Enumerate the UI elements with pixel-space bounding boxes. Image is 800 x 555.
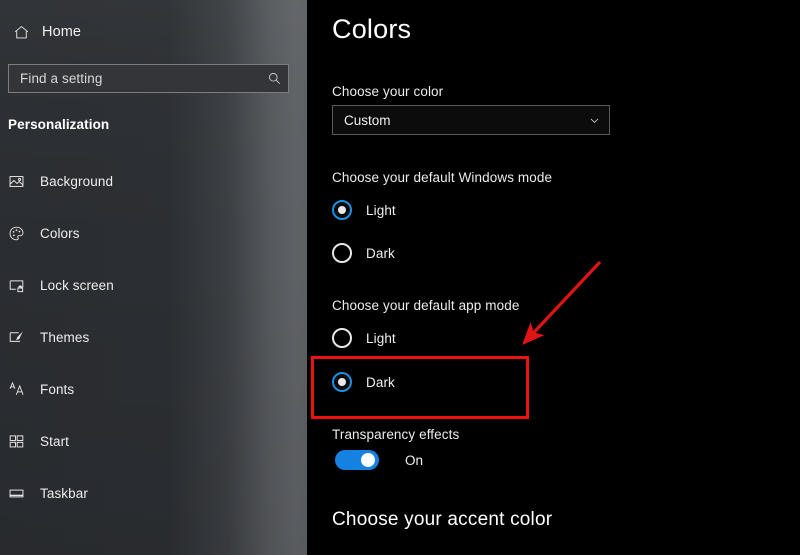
lock-screen-icon (8, 277, 36, 294)
radio-windows-dark[interactable] (332, 243, 352, 263)
sidebar-section-title: Personalization (8, 117, 110, 132)
choose-color-selected-value: Custom (344, 112, 391, 128)
app-mode-light-option[interactable]: Light (332, 327, 396, 349)
sidebar-item-label: Colors (40, 225, 80, 241)
main-content: Colors Choose your color Custom Choose y… (307, 0, 800, 555)
radio-app-light[interactable] (332, 328, 352, 348)
sidebar-item-background[interactable]: Background (0, 168, 307, 194)
start-tiles-icon (8, 433, 36, 450)
sidebar-item-label: Themes (40, 329, 90, 345)
page-title: Colors (332, 14, 412, 44)
radio-label: Dark (366, 374, 395, 390)
sidebar-item-label: Fonts (40, 381, 75, 397)
themes-brush-icon (8, 329, 36, 346)
chevron-down-icon[interactable] (579, 114, 609, 127)
image-icon (8, 173, 36, 190)
sidebar-item-colors[interactable]: Colors (0, 220, 307, 246)
app-mode-label: Choose your default app mode (332, 298, 520, 313)
choose-your-color-label: Choose your color (332, 84, 444, 99)
sidebar-item-home[interactable]: Home (8, 18, 81, 46)
transparency-toggle[interactable] (335, 450, 379, 470)
home-icon (8, 24, 34, 41)
sidebar: Home Find a setting Personalization Back… (0, 0, 307, 555)
sidebar-item-label: Taskbar (40, 485, 88, 501)
transparency-state-label: On (405, 452, 424, 468)
sidebar-item-label: Background (40, 173, 114, 189)
radio-windows-light[interactable] (332, 200, 352, 220)
sidebar-home-label: Home (42, 24, 82, 40)
search-input[interactable]: Find a setting (8, 64, 289, 93)
windows-mode-dark-option[interactable]: Dark (332, 242, 395, 264)
accent-color-heading: Choose your accent color (332, 509, 553, 530)
transparency-effects-label: Transparency effects (332, 427, 460, 442)
fonts-aa-icon (8, 380, 36, 398)
taskbar-icon (8, 485, 36, 502)
radio-label: Light (366, 330, 396, 346)
sidebar-item-themes[interactable]: Themes (0, 324, 307, 350)
palette-icon (8, 225, 36, 242)
sidebar-nav: Background Colors Lock screen Themes Fon… (0, 168, 307, 532)
settings-window: Home Find a setting Personalization Back… (0, 0, 800, 555)
sidebar-item-lock-screen[interactable]: Lock screen (0, 272, 307, 298)
choose-color-dropdown[interactable]: Custom (332, 105, 610, 135)
transparency-effects-row: On (335, 450, 423, 470)
windows-mode-label: Choose your default Windows mode (332, 170, 553, 185)
search-icon[interactable] (260, 71, 288, 86)
sidebar-item-label: Lock screen (40, 277, 114, 293)
app-mode-dark-option[interactable]: Dark (332, 371, 395, 393)
radio-label: Light (366, 202, 396, 218)
radio-app-dark[interactable] (332, 372, 352, 392)
sidebar-item-fonts[interactable]: Fonts (0, 376, 307, 402)
sidebar-item-start[interactable]: Start (0, 428, 307, 454)
radio-label: Dark (366, 245, 395, 261)
toggle-knob (361, 453, 375, 467)
search-placeholder: Find a setting (20, 71, 103, 86)
sidebar-item-taskbar[interactable]: Taskbar (0, 480, 307, 506)
sidebar-item-label: Start (40, 433, 70, 449)
windows-mode-light-option[interactable]: Light (332, 199, 396, 221)
